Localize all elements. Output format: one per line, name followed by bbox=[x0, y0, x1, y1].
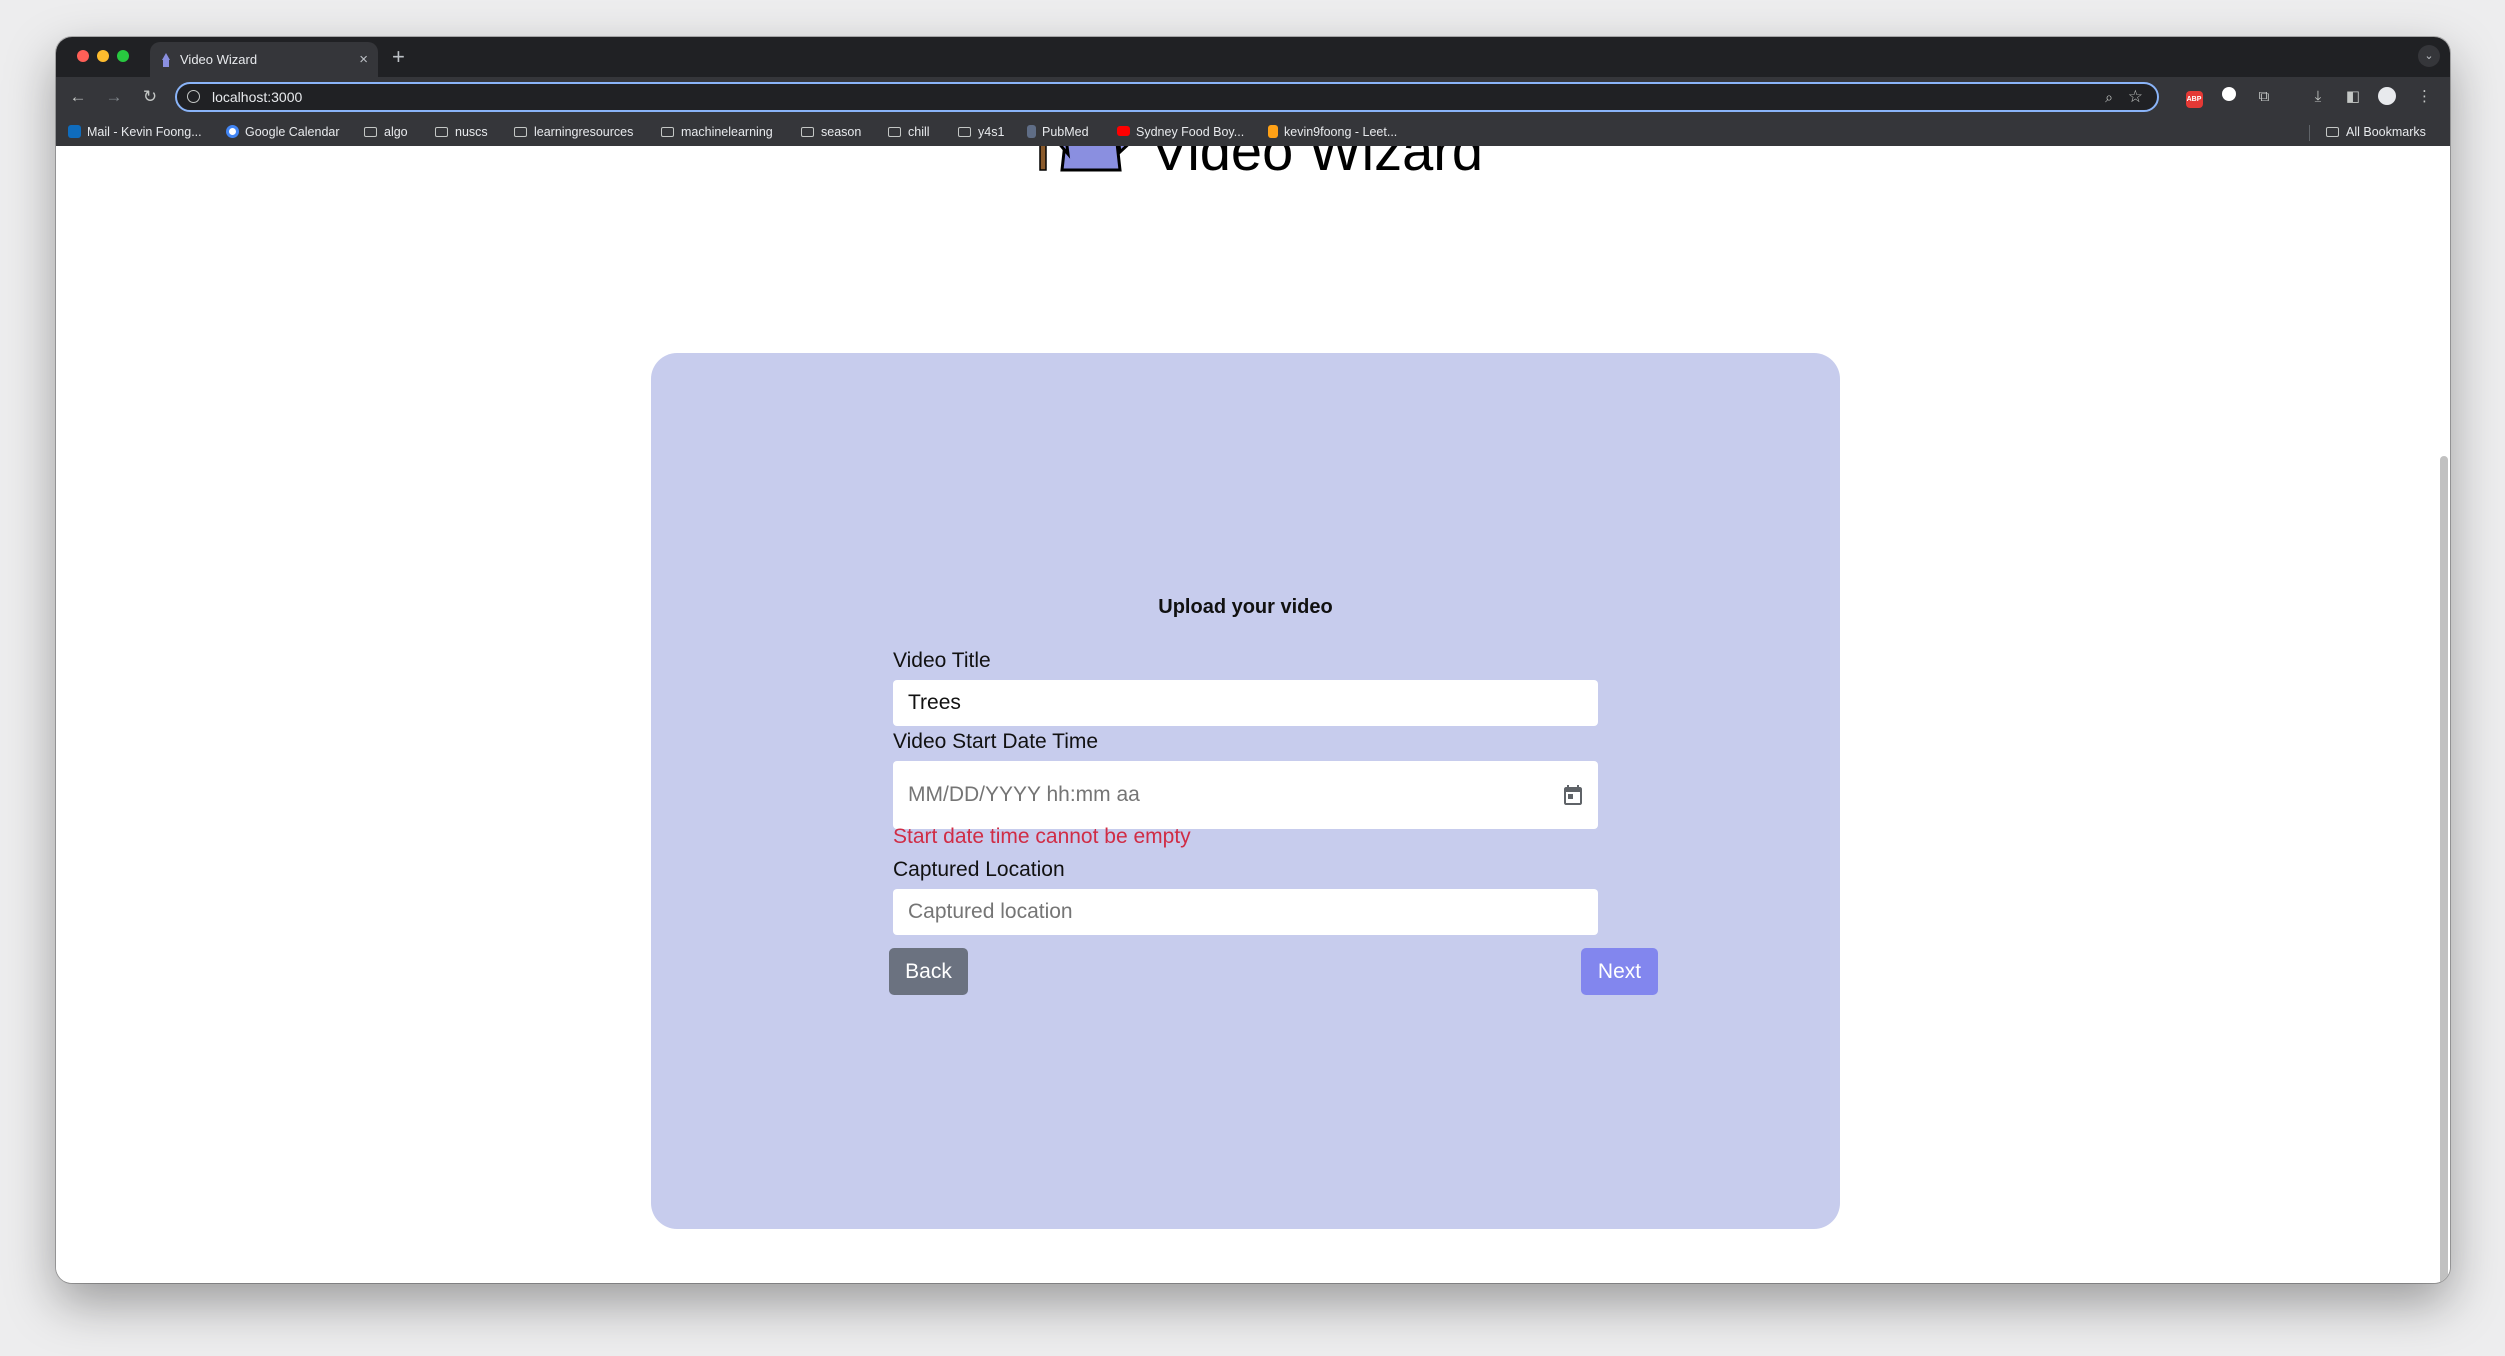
url-text[interactable]: localhost:3000 bbox=[212, 84, 302, 110]
next-button[interactable]: Next bbox=[1581, 948, 1658, 995]
video-title-input[interactable] bbox=[893, 680, 1598, 726]
zoom-icon[interactable]: ⌕ bbox=[2105, 84, 2113, 110]
site-info-icon[interactable] bbox=[187, 90, 200, 103]
back-button[interactable]: Back bbox=[889, 948, 968, 995]
datetime-error-message: Start date time cannot be empty bbox=[893, 825, 1191, 848]
bookmark-google-calendar[interactable]: Google Calendar bbox=[226, 118, 340, 146]
outlook-icon bbox=[68, 125, 81, 138]
tab-title: Video Wizard bbox=[180, 52, 258, 67]
extension-circle-icon[interactable] bbox=[2219, 87, 2239, 107]
page-scrollbar[interactable] bbox=[2440, 456, 2448, 1283]
bookmark-star-icon[interactable]: ☆ bbox=[2128, 84, 2143, 110]
bookmark-label: Mail - Kevin Foong... bbox=[87, 125, 202, 139]
calendar-icon[interactable] bbox=[1561, 783, 1585, 807]
bookmark-label: nuscs bbox=[455, 125, 488, 139]
folder-icon bbox=[435, 127, 448, 137]
adblock-plus-icon[interactable]: ABP bbox=[2184, 87, 2204, 108]
bookmark-pubmed[interactable]: PubMed bbox=[1027, 118, 1089, 146]
bookmark-folder-learningresources[interactable]: learningresources bbox=[514, 118, 633, 146]
google-icon bbox=[226, 125, 239, 138]
bookmark-folder-machinelearning[interactable]: machinelearning bbox=[661, 118, 773, 146]
maximize-window-button[interactable] bbox=[117, 50, 129, 62]
folder-icon bbox=[661, 127, 674, 137]
folder-icon bbox=[958, 127, 971, 137]
bookmark-folder-y4s1[interactable]: y4s1 bbox=[958, 118, 1004, 146]
upload-card: Upload your video Video Title Video Star… bbox=[651, 353, 1840, 1229]
leetcode-icon bbox=[1268, 125, 1278, 138]
minimize-window-button[interactable] bbox=[97, 50, 109, 62]
forward-arrow-icon[interactable]: → bbox=[102, 85, 126, 109]
form-heading: Upload your video bbox=[1158, 596, 1333, 618]
close-window-button[interactable] bbox=[77, 50, 89, 62]
folder-icon bbox=[888, 127, 901, 137]
folder-icon bbox=[364, 127, 377, 137]
captured-location-label: Captured Location bbox=[893, 858, 1065, 881]
all-bookmarks-label: All Bookmarks bbox=[2346, 125, 2426, 139]
browser-toolbar: ← → ↻ localhost:3000 ⌕ ☆ ABP ⧉ ⤓ ◧ ⋮ bbox=[56, 77, 2450, 118]
bookmark-label: season bbox=[821, 125, 862, 139]
new-tab-icon[interactable]: + bbox=[392, 44, 405, 70]
bookmark-label: y4s1 bbox=[978, 125, 1005, 139]
adblock-label: ABP bbox=[2185, 91, 2203, 108]
tab-strip: Video Wizard × + ⌄ bbox=[56, 37, 2450, 77]
app-title: Video Wizard bbox=[1151, 146, 1484, 182]
bookmark-folder-season[interactable]: season bbox=[801, 118, 861, 146]
tab-video-wizard[interactable]: Video Wizard × bbox=[150, 42, 378, 77]
bookmark-mail[interactable]: Mail - Kevin Foong... bbox=[68, 118, 202, 146]
reload-icon[interactable]: ↻ bbox=[138, 85, 162, 109]
pubmed-icon bbox=[1027, 125, 1036, 138]
video-start-datetime-input[interactable] bbox=[893, 761, 1598, 829]
video-start-datetime-label: Video Start Date Time bbox=[893, 730, 1099, 753]
captured-location-input[interactable] bbox=[893, 889, 1598, 935]
bookmark-label: kevin9foong - Leet... bbox=[1284, 125, 1398, 139]
bookmark-folder-algo[interactable]: algo bbox=[364, 118, 408, 146]
bookmark-label: Google Calendar bbox=[245, 125, 340, 139]
menu-kebab-icon[interactable]: ⋮ bbox=[2417, 87, 2432, 107]
bookmark-label: learningresources bbox=[534, 125, 634, 139]
back-arrow-icon[interactable]: ← bbox=[66, 85, 90, 109]
bookmark-leetcode[interactable]: kevin9foong - Leet... bbox=[1268, 118, 1397, 146]
page-content: Video Wizard Upload your video Video Tit… bbox=[56, 146, 2450, 1283]
side-panel-icon[interactable]: ◧ bbox=[2343, 87, 2363, 107]
address-bar[interactable]: localhost:3000 ⌕ ☆ bbox=[175, 82, 2159, 112]
folder-icon bbox=[2326, 127, 2339, 137]
bookmark-label: Sydney Food Boy... bbox=[1136, 125, 1245, 139]
folder-icon bbox=[514, 127, 527, 137]
bookmark-label: PubMed bbox=[1042, 125, 1089, 139]
browser-window: Video Wizard × + ⌄ ← → ↻ localhost:3000 … bbox=[56, 37, 2450, 1283]
bookmark-folder-nuscs[interactable]: nuscs bbox=[435, 118, 488, 146]
bookmark-label: chill bbox=[908, 125, 930, 139]
extensions-puzzle-icon[interactable]: ⧉ bbox=[2254, 87, 2274, 107]
close-tab-icon[interactable]: × bbox=[359, 42, 368, 77]
folder-icon bbox=[801, 127, 814, 137]
bookmark-label: algo bbox=[384, 125, 408, 139]
video-title-label: Video Title bbox=[893, 649, 991, 672]
tab-search-icon[interactable]: ⌄ bbox=[2418, 45, 2440, 67]
bookmark-label: machinelearning bbox=[681, 125, 773, 139]
bookmarks-separator bbox=[2309, 125, 2310, 141]
wizard-logo-icon bbox=[1039, 146, 1129, 172]
youtube-icon bbox=[1117, 126, 1130, 136]
bookmarks-bar: Mail - Kevin Foong... Google Calendar al… bbox=[56, 118, 2450, 146]
download-icon[interactable]: ⤓ bbox=[2308, 87, 2328, 107]
all-bookmarks-folder[interactable]: All Bookmarks bbox=[2326, 118, 2426, 146]
bookmark-sydney-food-boy[interactable]: Sydney Food Boy... bbox=[1117, 118, 1244, 146]
wizard-favicon-icon bbox=[162, 53, 170, 67]
bookmark-folder-chill[interactable]: chill bbox=[888, 118, 930, 146]
profile-avatar-icon[interactable] bbox=[2377, 87, 2397, 107]
